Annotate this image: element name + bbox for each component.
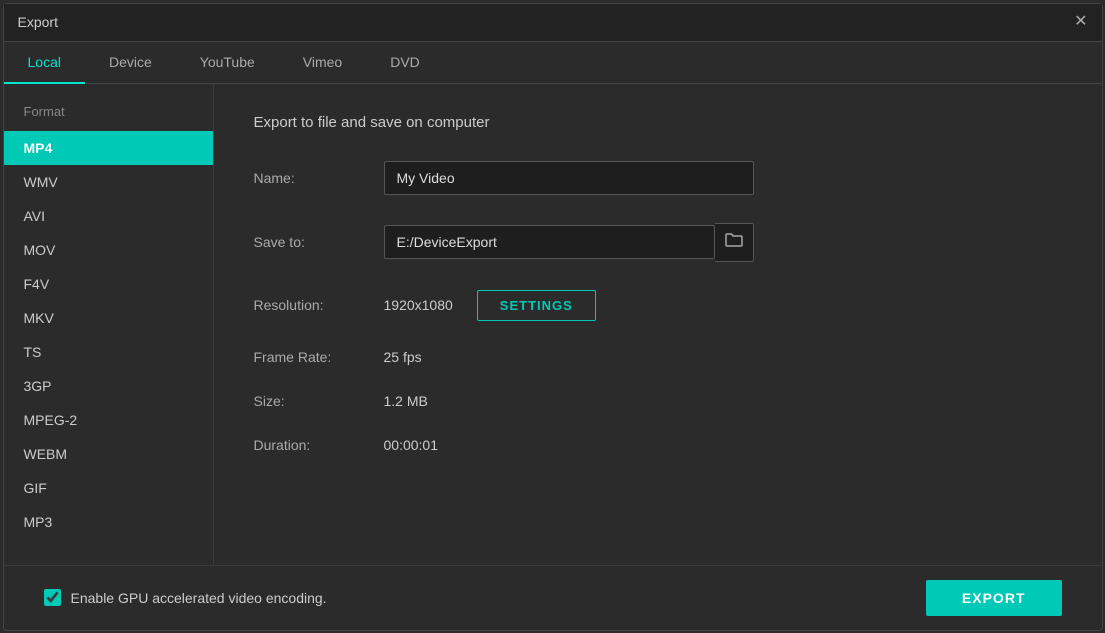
sidebar-item-mkv[interactable]: MKV bbox=[4, 301, 213, 335]
tabs-bar: Local Device YouTube Vimeo DVD bbox=[4, 42, 1102, 84]
frame-rate-label: Frame Rate: bbox=[254, 349, 384, 365]
size-row: Size: 1.2 MB bbox=[254, 393, 1062, 409]
panel-title: Export to file and save on computer bbox=[254, 114, 1062, 131]
sidebar-item-mp3[interactable]: MP3 bbox=[4, 505, 213, 539]
folder-browse-button[interactable] bbox=[715, 223, 754, 262]
sidebar: Format MP4 WMV AVI MOV F4V MKV TS 3GP MP… bbox=[4, 84, 214, 565]
dialog-title: Export bbox=[18, 14, 58, 30]
frame-rate-row: Frame Rate: 25 fps bbox=[254, 349, 1062, 365]
gpu-label: Enable GPU accelerated video encoding. bbox=[71, 590, 327, 606]
close-button[interactable]: ✕ bbox=[1074, 14, 1087, 30]
name-input[interactable] bbox=[384, 161, 754, 195]
resolution-label: Resolution: bbox=[254, 297, 384, 313]
size-value: 1.2 MB bbox=[384, 393, 428, 409]
main-panel: Export to file and save on computer Name… bbox=[214, 84, 1102, 565]
sidebar-item-3gp[interactable]: 3GP bbox=[4, 369, 213, 403]
duration-row: Duration: 00:00:01 bbox=[254, 437, 1062, 453]
frame-rate-value: 25 fps bbox=[384, 349, 422, 365]
save-to-input[interactable] bbox=[384, 225, 715, 259]
resolution-row: Resolution: 1920x1080 SETTINGS bbox=[254, 290, 1062, 321]
sidebar-item-mp4[interactable]: MP4 bbox=[4, 131, 213, 165]
sidebar-item-ts[interactable]: TS bbox=[4, 335, 213, 369]
sidebar-header: Format bbox=[4, 100, 213, 131]
title-bar: Export ✕ bbox=[4, 4, 1102, 42]
duration-label: Duration: bbox=[254, 437, 384, 453]
save-to-label: Save to: bbox=[254, 234, 384, 250]
tab-vimeo[interactable]: Vimeo bbox=[279, 42, 366, 84]
tab-device[interactable]: Device bbox=[85, 42, 176, 84]
gpu-option-wrapper: Enable GPU accelerated video encoding. bbox=[44, 589, 327, 606]
bottom-bar: Enable GPU accelerated video encoding. E… bbox=[4, 565, 1102, 630]
sidebar-item-webm[interactable]: WEBM bbox=[4, 437, 213, 471]
save-to-wrapper bbox=[384, 223, 754, 262]
duration-value: 00:00:01 bbox=[384, 437, 439, 453]
resolution-value: 1920x1080 bbox=[384, 297, 453, 313]
sidebar-item-gif[interactable]: GIF bbox=[4, 471, 213, 505]
export-button[interactable]: EXPORT bbox=[926, 580, 1062, 616]
sidebar-item-f4v[interactable]: F4V bbox=[4, 267, 213, 301]
resolution-controls: 1920x1080 SETTINGS bbox=[384, 290, 596, 321]
settings-button[interactable]: SETTINGS bbox=[477, 290, 596, 321]
name-label: Name: bbox=[254, 170, 384, 186]
tab-dvd[interactable]: DVD bbox=[366, 42, 444, 84]
sidebar-item-mpeg2[interactable]: MPEG-2 bbox=[4, 403, 213, 437]
folder-icon bbox=[725, 232, 743, 248]
save-to-row: Save to: bbox=[254, 223, 1062, 262]
sidebar-item-wmv[interactable]: WMV bbox=[4, 165, 213, 199]
sidebar-item-mov[interactable]: MOV bbox=[4, 233, 213, 267]
gpu-checkbox[interactable] bbox=[44, 589, 61, 606]
tab-youtube[interactable]: YouTube bbox=[176, 42, 279, 84]
name-row: Name: bbox=[254, 161, 1062, 195]
export-dialog: Export ✕ Local Device YouTube Vimeo DVD … bbox=[3, 3, 1103, 631]
size-label: Size: bbox=[254, 393, 384, 409]
sidebar-item-avi[interactable]: AVI bbox=[4, 199, 213, 233]
tab-local[interactable]: Local bbox=[4, 42, 85, 84]
content-area: Format MP4 WMV AVI MOV F4V MKV TS 3GP MP… bbox=[4, 84, 1102, 565]
